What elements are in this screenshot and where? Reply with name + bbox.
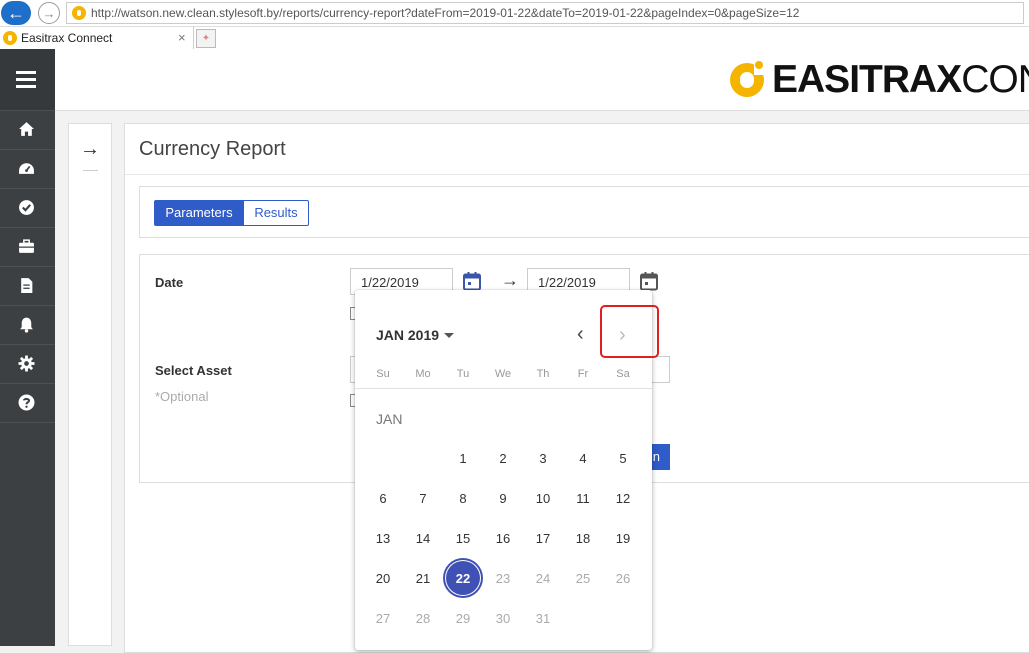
gear-icon — [18, 355, 35, 372]
site-favicon-icon — [72, 6, 86, 20]
calendar-day[interactable]: 13 — [363, 531, 403, 546]
annotation-highlight-box — [600, 305, 659, 358]
report-tabs: Parameters Results — [139, 186, 1029, 238]
calendar-day: 27 — [375, 611, 391, 626]
sidebar-item-reports[interactable] — [0, 266, 55, 306]
tab-title: Easitrax Connect — [21, 31, 113, 45]
hamburger-icon — [16, 71, 36, 74]
weekday-label: Tu — [456, 368, 470, 380]
sidebar-item-tasks[interactable] — [0, 188, 55, 228]
calendar-to-icon[interactable] — [639, 271, 659, 291]
browser-tab-bar: Easitrax Connect × ✦ — [0, 27, 1029, 50]
check-circle-icon — [19, 200, 34, 215]
bell-icon — [20, 317, 33, 333]
app-header: EASITRAXCON — [0, 49, 1029, 111]
selected-day[interactable]: 22 — [443, 571, 483, 586]
hamburger-menu-button[interactable] — [0, 49, 55, 111]
calendar-day[interactable]: 9 — [483, 491, 523, 506]
document-icon — [21, 278, 33, 293]
sidebar-item-jobs[interactable] — [0, 227, 55, 267]
weekday-label: Fr — [577, 368, 589, 380]
datepicker-prev-month-icon[interactable]: ‹ — [577, 323, 584, 346]
select-asset-label: Select Asset — [155, 363, 232, 378]
calendar-day: 28 — [415, 611, 431, 626]
calendar-day[interactable]: 18 — [563, 531, 603, 546]
tab-close-icon[interactable]: × — [178, 30, 186, 45]
url-field[interactable]: http://watson.new.clean.stylesoft.by/rep… — [66, 2, 1024, 24]
calendar-day[interactable]: 11 — [563, 491, 603, 506]
calendar-day[interactable]: 12 — [603, 491, 643, 506]
home-icon — [19, 122, 34, 136]
sidebar-item-help[interactable] — [0, 383, 55, 423]
calendar-day: 26 — [615, 571, 631, 586]
sidebar-item-alerts[interactable] — [0, 305, 55, 345]
dashboard-icon — [19, 163, 34, 174]
browser-tab[interactable]: Easitrax Connect × — [0, 27, 194, 49]
sidebar-item-settings[interactable] — [0, 344, 55, 384]
calendar-day[interactable]: 19 — [603, 531, 643, 546]
help-icon — [18, 394, 35, 411]
calendar-day[interactable]: 21 — [403, 571, 443, 586]
calendar-day: 25 — [575, 571, 591, 586]
datepicker-popup: JAN 2019 ‹ › Su Mo Tu We Th Fr Sa JAN 12… — [355, 290, 659, 650]
calendar-day[interactable]: 17 — [523, 531, 563, 546]
period-caret-icon[interactable] — [444, 333, 454, 338]
datepicker-month-label: JAN — [376, 411, 403, 427]
calendar-day[interactable]: 10 — [523, 491, 563, 506]
datepicker-period-button[interactable]: JAN 2019 — [376, 327, 439, 343]
calendar-day[interactable]: 4 — [563, 451, 603, 466]
calendar-day[interactable]: 6 — [363, 491, 403, 506]
tab-results[interactable]: Results — [243, 200, 309, 226]
new-tab-button[interactable]: ✦ — [196, 29, 216, 48]
calendar-day[interactable]: 14 — [403, 531, 443, 546]
date-range-arrow-icon: → — [501, 270, 519, 290]
calendar-day[interactable]: 8 — [443, 491, 483, 506]
logo-text-thin: CON — [961, 58, 1029, 101]
calendar-day: 24 — [535, 571, 551, 586]
calendar-day[interactable]: 3 — [523, 451, 563, 466]
tab-favicon-icon — [3, 31, 17, 45]
calendar-day: 23 — [495, 571, 511, 586]
logo-text-bold: EASITRAX — [772, 58, 962, 101]
briefcase-icon — [19, 239, 34, 253]
tab-parameters[interactable]: Parameters — [154, 200, 244, 226]
weekday-label: Th — [536, 368, 550, 380]
url-text: http://watson.new.clean.stylesoft.by/rep… — [91, 6, 800, 20]
weekday-label: Sa — [616, 368, 630, 380]
filter-panel-collapsed: → — [68, 123, 112, 646]
browser-back-button[interactable]: ← — [1, 1, 31, 25]
weekday-label: We — [494, 368, 512, 380]
browser-forward-button[interactable]: → — [38, 2, 60, 24]
asset-optional-hint: *Optional — [155, 389, 209, 404]
calendar-day[interactable]: 1 — [443, 451, 483, 466]
weekday-label: Mo — [415, 368, 431, 380]
calendar-day: 29 — [455, 611, 471, 626]
expand-panel-arrow-icon[interactable]: → — [80, 138, 100, 161]
page-title: Currency Report — [139, 138, 286, 160]
browser-address-bar: ← → http://watson.new.clean.stylesoft.by… — [0, 0, 1029, 27]
weekday-label: Su — [376, 368, 390, 380]
date-label: Date — [155, 275, 184, 290]
calendar-day[interactable]: 20 — [363, 571, 403, 586]
calendar-day[interactable]: 7 — [403, 491, 443, 506]
calendar-day[interactable]: 15 — [443, 531, 483, 546]
calendar-day: 31 — [535, 611, 551, 626]
calendar-day[interactable]: 16 — [483, 531, 523, 546]
calendar-from-icon[interactable] — [462, 271, 482, 291]
calendar-day: 30 — [495, 611, 511, 626]
calendar-day[interactable]: 2 — [483, 451, 523, 466]
sidebar-item-dashboard[interactable] — [0, 149, 55, 189]
calendar-day[interactable]: 5 — [603, 451, 643, 466]
sidebar — [0, 49, 55, 646]
sidebar-item-home[interactable] — [0, 110, 55, 150]
